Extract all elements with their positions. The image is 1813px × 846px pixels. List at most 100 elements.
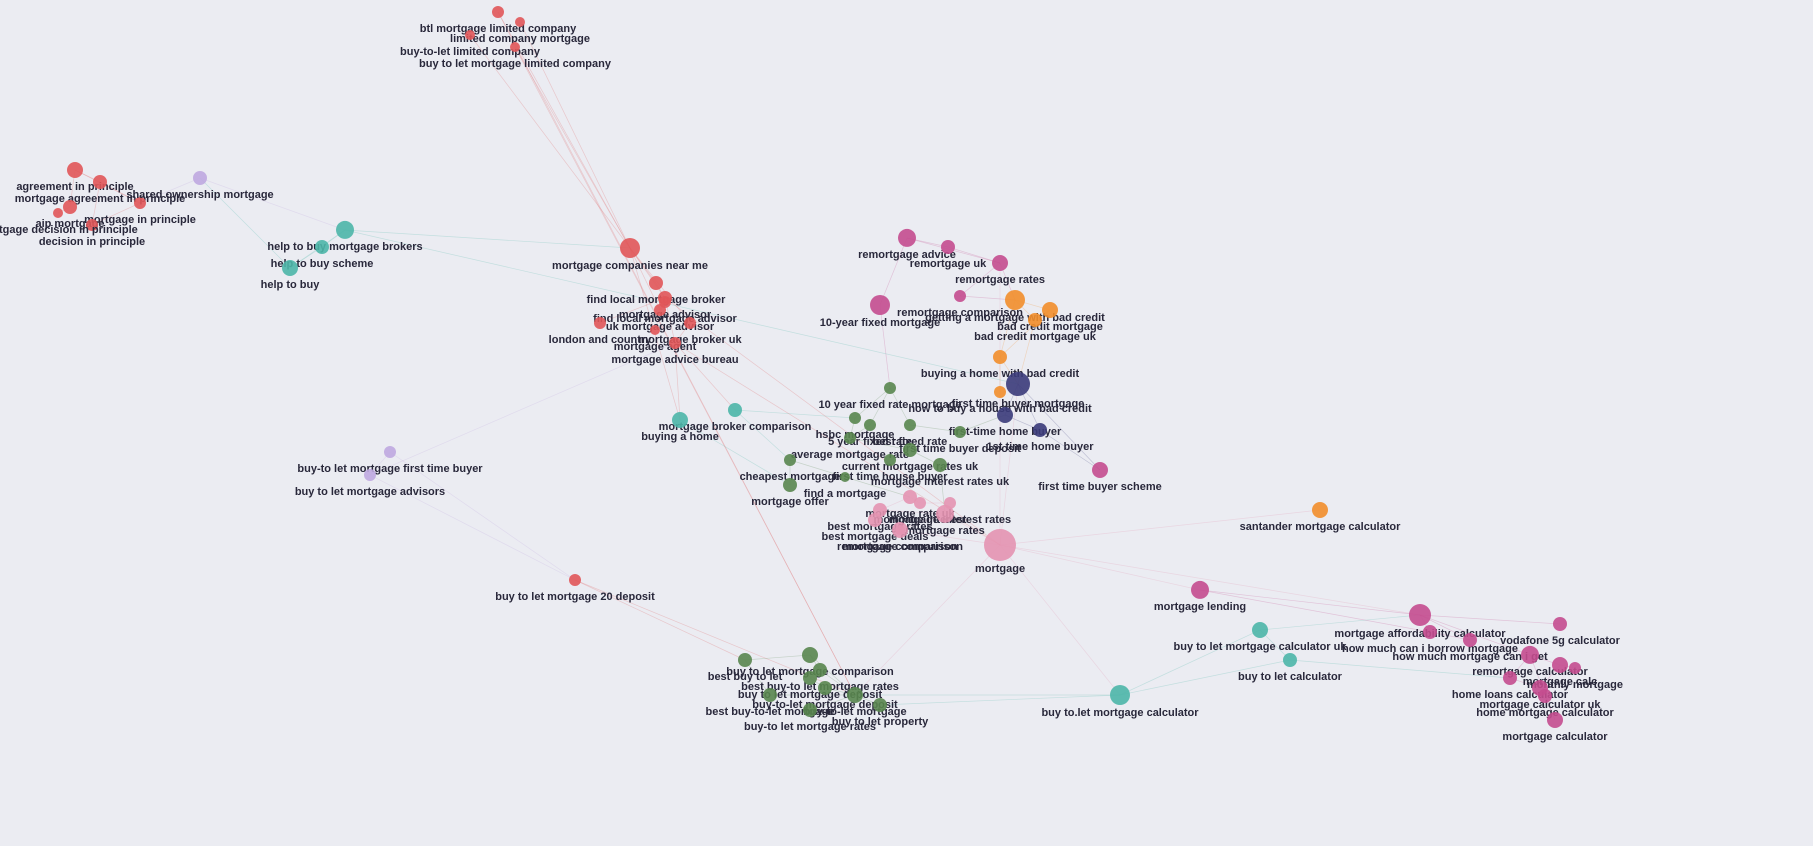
node-dot[interactable] [870, 295, 890, 315]
node-dot[interactable] [134, 197, 146, 209]
node-dot[interactable] [1110, 685, 1130, 705]
node-dot[interactable] [763, 688, 777, 702]
keyword-node[interactable]: buy to let property [873, 696, 887, 714]
node-dot[interactable] [1252, 622, 1268, 638]
keyword-node[interactable]: buying a home with bad credit [993, 348, 1007, 366]
node-dot[interactable] [1312, 502, 1328, 518]
keyword-node[interactable]: uk mortgage advisor [654, 301, 666, 319]
node-dot[interactable] [594, 317, 606, 329]
keyword-node[interactable]: mortgage broker uk [684, 314, 696, 332]
node-dot[interactable] [1553, 617, 1567, 631]
keyword-node[interactable]: buy to let mortgage 20 deposit [569, 571, 581, 589]
keyword-node[interactable]: buy-to let mortgage rates [803, 701, 817, 719]
node-dot[interactable] [936, 505, 954, 523]
keyword-node[interactable]: cheapest mortgage [784, 451, 796, 469]
node-dot[interactable] [1006, 372, 1030, 396]
node-dot[interactable] [1092, 462, 1108, 478]
node-dot[interactable] [738, 653, 752, 667]
node-dot[interactable] [904, 419, 916, 431]
node-dot[interactable] [336, 221, 354, 239]
node-dot[interactable] [868, 513, 882, 527]
node-dot[interactable] [669, 337, 681, 349]
keyword-node[interactable]: remortgage comparison [895, 521, 905, 539]
keyword-node[interactable]: 1st time home buyer [1033, 421, 1047, 439]
keyword-node[interactable]: mortgage advice bureau [669, 334, 681, 352]
node-dot[interactable] [315, 240, 329, 254]
node-dot[interactable] [728, 403, 742, 417]
keyword-node[interactable]: santander mortgage calculator [1312, 501, 1328, 519]
node-dot[interactable] [465, 30, 475, 40]
keyword-node[interactable]: mortgage agreement in principle [93, 173, 107, 191]
keyword-node[interactable]: aip mortgage [63, 198, 77, 216]
node-dot[interactable] [849, 412, 861, 424]
node-dot[interactable] [1547, 712, 1563, 728]
keyword-network-graph[interactable]: btl mortgage limited companylimited comp… [0, 0, 1813, 846]
keyword-node[interactable]: help to buy scheme [315, 238, 329, 256]
node-dot[interactable] [941, 240, 955, 254]
keyword-node[interactable]: best mortgage deals [868, 511, 882, 529]
keyword-node[interactable]: mortgage calculator [1547, 711, 1563, 729]
keyword-node[interactable]: vodafone 5g calculator [1553, 615, 1567, 633]
node-dot[interactable] [818, 681, 832, 695]
node-dot[interactable] [492, 6, 504, 18]
node-dot[interactable] [654, 304, 666, 316]
keyword-node[interactable]: remortgage calculator [1521, 646, 1539, 664]
keyword-node[interactable]: limited company mortgage [515, 13, 525, 31]
node-dot[interactable] [1463, 633, 1477, 647]
node-dot[interactable] [903, 443, 917, 457]
keyword-node[interactable]: best buy-to-let mortgage [763, 686, 777, 704]
keyword-node[interactable]: decision in principle [86, 216, 98, 234]
node-dot[interactable] [864, 419, 876, 431]
node-dot[interactable] [1191, 581, 1209, 599]
node-dot[interactable] [193, 171, 207, 185]
keyword-node[interactable]: best buy to let [738, 651, 752, 669]
keyword-node[interactable]: find a mortgage [840, 468, 850, 486]
node-dot[interactable] [914, 497, 926, 509]
keyword-node[interactable]: mortgage companies near me [620, 238, 640, 258]
keyword-node[interactable]: remortgage uk [941, 238, 955, 256]
keyword-node[interactable]: buy-to-let limited company [465, 26, 475, 44]
node-dot[interactable] [954, 290, 966, 302]
keyword-node[interactable]: buy-to-let mortgage deposit [818, 679, 832, 697]
keyword-node[interactable]: mortgage [984, 529, 1016, 561]
node-dot[interactable] [840, 472, 850, 482]
node-dot[interactable] [515, 17, 525, 27]
keyword-node[interactable]: agreement in principle [67, 161, 83, 179]
keyword-node[interactable]: buy to let mortgage limited company [510, 38, 520, 56]
keyword-node[interactable]: first time house buyer [884, 451, 896, 469]
keyword-node[interactable]: mortgage interest [914, 494, 926, 512]
node-dot[interactable] [844, 432, 856, 444]
node-dot[interactable] [684, 317, 696, 329]
node-dot[interactable] [384, 446, 396, 458]
keyword-node[interactable]: hsbc mortgage [849, 409, 861, 427]
keyword-node[interactable]: remortgage comparison [954, 287, 966, 305]
node-dot[interactable] [898, 229, 916, 247]
node-dot[interactable] [650, 325, 660, 335]
node-dot[interactable] [93, 175, 107, 189]
node-dot[interactable] [510, 42, 520, 52]
keyword-node[interactable]: bad credit mortgage [1042, 301, 1058, 319]
node-dot[interactable] [282, 260, 298, 276]
node-dot[interactable] [873, 698, 887, 712]
node-dot[interactable] [984, 529, 1016, 561]
node-dot[interactable] [53, 208, 63, 218]
node-dot[interactable] [1538, 689, 1552, 703]
node-dot[interactable] [1028, 313, 1042, 327]
node-dot[interactable] [1283, 653, 1297, 667]
keyword-node[interactable]: bad credit mortgage uk [1028, 311, 1042, 329]
keyword-node[interactable]: how to buy a house with bad credit [994, 383, 1006, 401]
node-dot[interactable] [86, 219, 98, 231]
node-dot[interactable] [803, 671, 817, 685]
node-dot[interactable] [649, 276, 663, 290]
node-dot[interactable] [620, 238, 640, 258]
keyword-node[interactable]: average mortgage rate [844, 429, 856, 447]
keyword-node[interactable]: first-time home buyer [997, 406, 1013, 424]
node-dot[interactable] [1569, 662, 1581, 674]
keyword-node[interactable]: buying a home [672, 411, 688, 429]
keyword-node[interactable]: monthly mortgage [1569, 659, 1581, 677]
keyword-node[interactable]: shared ownership mortgage [193, 169, 207, 187]
node-dot[interactable] [1005, 290, 1025, 310]
node-dot[interactable] [1033, 423, 1047, 437]
keyword-node[interactable]: mortgage in principle [134, 194, 146, 212]
node-dot[interactable] [803, 703, 817, 717]
